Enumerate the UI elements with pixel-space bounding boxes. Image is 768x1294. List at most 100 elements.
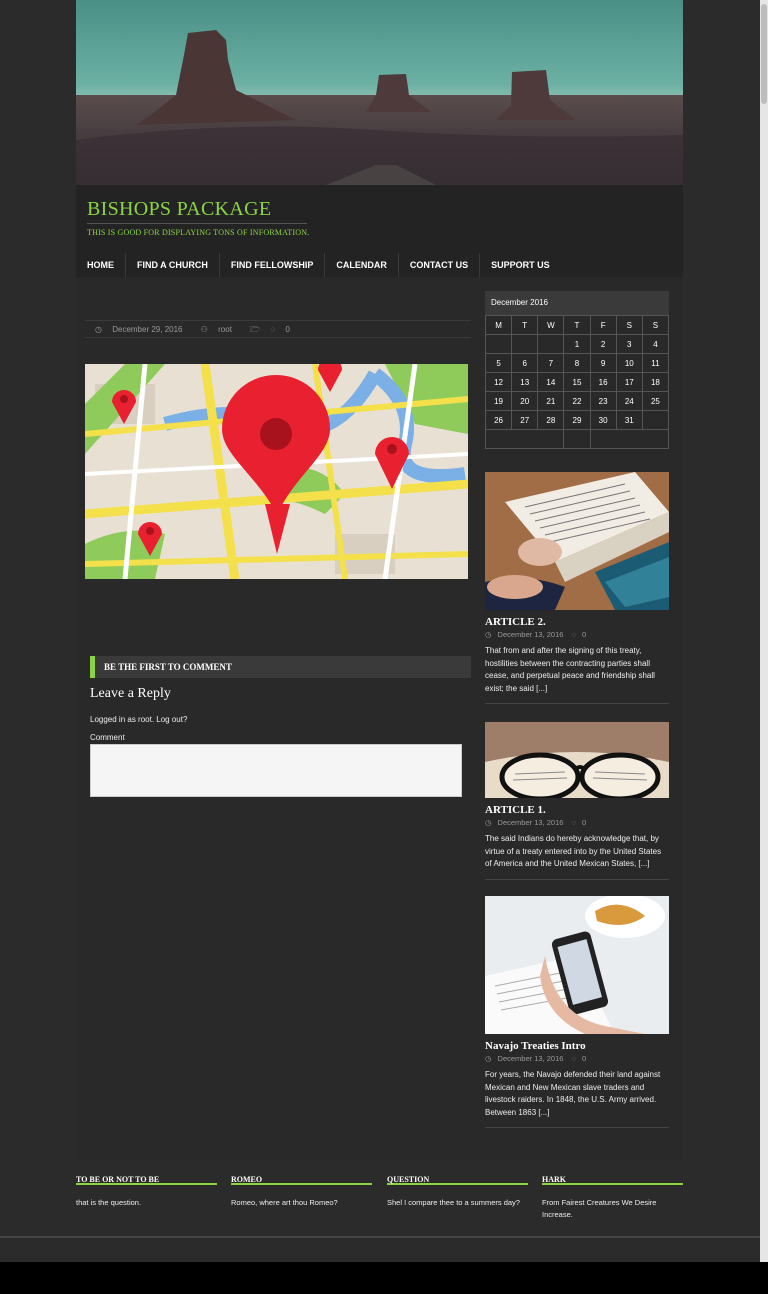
- clock-icon: ◷: [485, 630, 492, 639]
- article-divider: [485, 878, 669, 880]
- footer-widget: QUESTION Shel I compare thee to a summer…: [387, 1170, 528, 1209]
- calendar-day-header: T: [563, 315, 591, 335]
- calendar-day: 4: [641, 334, 670, 354]
- footer-widget-title: HARK: [542, 1170, 683, 1185]
- calendar-nav-pad: [563, 429, 591, 449]
- nav-calendar[interactable]: CALENDAR: [325, 253, 399, 277]
- calendar-day: 5: [484, 353, 513, 373]
- article-excerpt: For years, the Navajo defended their lan…: [485, 1070, 661, 1117]
- logged-in-text[interactable]: Logged in as root. Log out?: [90, 715, 187, 724]
- calendar-day: 11: [641, 353, 670, 373]
- nav-home[interactable]: HOME: [76, 253, 126, 277]
- post-comments[interactable]: ◌ 0: [270, 325, 297, 334]
- article-title[interactable]: ARTICLE 1.: [485, 804, 669, 816]
- main-content: ◷ December 29, 2016 ⚇ root 🗁 ◌ 0 BE THE …: [76, 277, 683, 1160]
- scrollbar-thumb[interactable]: [761, 4, 767, 104]
- calendar-day: 12: [484, 372, 513, 392]
- footer-widget-text: that is the question.: [76, 1198, 142, 1207]
- article-meta: ◷ December 13, 2016 ◌ 0: [485, 1054, 587, 1063]
- calendar-day: 20: [511, 391, 539, 411]
- calendar-day: 13: [511, 372, 539, 392]
- calendar-day-header: S: [641, 315, 670, 335]
- calendar-day: 7: [537, 353, 565, 373]
- header-banner-image: [76, 0, 683, 185]
- comment-icon: ◌: [571, 1054, 576, 1063]
- calendar-day: 3: [615, 334, 643, 354]
- article-thumbnail-phone[interactable]: [485, 896, 669, 1034]
- article-title[interactable]: ARTICLE 2.: [485, 616, 669, 628]
- article-title[interactable]: Navajo Treaties Intro: [485, 1040, 669, 1052]
- footer-widget-text: Shel I compare thee to a summers day?: [387, 1198, 520, 1207]
- calendar-day-header: M: [484, 315, 513, 335]
- footer-widget-title: QUESTION: [387, 1170, 528, 1185]
- calendar-widget: December 2016 M T W T F S S 1 2 3 4 5 6 …: [484, 291, 670, 449]
- calendar-day: [537, 334, 565, 354]
- calendar-day-header: W: [537, 315, 565, 335]
- calendar-day: 14: [537, 372, 565, 392]
- calendar-day: 28: [537, 410, 565, 430]
- nav-find-a-church[interactable]: FIND A CHURCH: [126, 253, 220, 277]
- calendar-day: 29: [563, 410, 591, 430]
- footer-widget: ROMEO Romeo, where art thou Romeo?: [231, 1170, 372, 1209]
- nav-contact-us[interactable]: CONTACT US: [399, 253, 481, 277]
- calendar-day: 15: [563, 372, 591, 392]
- calendar-day: 6: [511, 353, 539, 373]
- calendar-table: M T W T F S S 1 2 3 4 5 6 7 8 9 10 11 12…: [484, 315, 670, 449]
- post-meta: ◷ December 29, 2016 ⚇ root 🗁 ◌ 0: [85, 320, 471, 338]
- vertical-scrollbar[interactable]: [760, 0, 768, 1262]
- calendar-day: 23: [589, 391, 617, 411]
- calendar-day: 17: [615, 372, 643, 392]
- calendar-day: 18: [641, 372, 670, 392]
- calendar-day: [641, 410, 670, 430]
- calendar-day: 21: [537, 391, 565, 411]
- calendar-nav-prev: [484, 429, 565, 449]
- site-title[interactable]: BISHOPS PACKAGE: [87, 198, 271, 221]
- sidebar-article: ARTICLE 2. ◷ December 13, 2016 ◌ 0 That fr…: [485, 472, 669, 704]
- calendar-day: 22: [563, 391, 591, 411]
- calendar-day: 8: [563, 353, 591, 373]
- calendar-day-header: T: [511, 315, 539, 335]
- article-thumbnail-bible[interactable]: [485, 472, 669, 610]
- post-featured-map-image: [85, 364, 468, 579]
- site-header: BISHOPS PACKAGE THIS IS GOOD FOR DISPLAY…: [76, 185, 683, 277]
- calendar-caption: December 2016: [485, 291, 669, 315]
- article-thumbnail-glasses[interactable]: [485, 722, 669, 798]
- comment-icon: ◌: [571, 818, 576, 827]
- article-excerpt: That from and after the signing of this …: [485, 646, 655, 693]
- post-date[interactable]: ◷ December 29, 2016: [95, 325, 190, 334]
- calendar-day: [511, 334, 539, 354]
- clock-icon: ◷: [485, 1054, 492, 1063]
- post-author[interactable]: ⚇ root: [201, 325, 240, 334]
- user-icon: ⚇: [200, 325, 208, 334]
- article-divider: [485, 703, 669, 704]
- sidebar-article: Navajo Treaties Intro ◷ December 13, 2016…: [485, 896, 669, 1128]
- calendar-day: 25: [641, 391, 670, 411]
- bottom-black-bar: [0, 1262, 768, 1294]
- calendar-day: 1: [563, 334, 591, 354]
- comment-textarea[interactable]: [90, 744, 462, 797]
- calendar-day-header: F: [589, 315, 617, 335]
- nav-support-us[interactable]: SUPPORT US: [480, 253, 561, 277]
- comment-icon: ◌: [571, 630, 576, 639]
- sidebar-article: ARTICLE 1. ◷ December 13, 2016 ◌ 0 The sai…: [485, 722, 669, 880]
- title-divider: [87, 223, 307, 224]
- clock-icon: ◷: [95, 325, 102, 334]
- folder-icon[interactable]: 🗁: [250, 325, 260, 334]
- footer-widget-text: From Fairest Creatures We Desire Increas…: [542, 1198, 657, 1219]
- calendar-day: [484, 334, 513, 354]
- leave-reply-heading: Leave a Reply: [90, 686, 171, 701]
- article-divider: [485, 1127, 669, 1128]
- calendar-day-header: S: [615, 315, 643, 335]
- calendar-day: 2: [589, 334, 617, 354]
- article-excerpt: The said Indians do hereby acknowledge t…: [485, 834, 662, 868]
- calendar-day: 24: [615, 391, 643, 411]
- footer-divider: [0, 1236, 760, 1238]
- calendar-day: 16: [589, 372, 617, 392]
- article-meta: ◷ December 13, 2016 ◌ 0: [485, 818, 587, 827]
- footer-widget: TO BE OR NOT TO BE that is the question.: [76, 1170, 217, 1209]
- nav-find-fellowship[interactable]: FIND FELLOWSHIP: [220, 253, 326, 277]
- calendar-day: 9: [589, 353, 617, 373]
- calendar-day: 27: [511, 410, 539, 430]
- calendar-day: 31: [615, 410, 643, 430]
- calendar-day: 30: [589, 410, 617, 430]
